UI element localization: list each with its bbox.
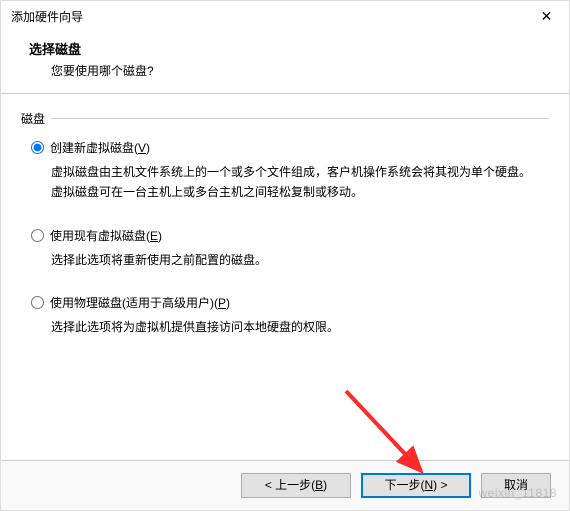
option-use-physical: 使用物理磁盘(适用于高级用户)(P) 选择此选项将为虚拟机提供直接访问本地硬盘的… bbox=[31, 294, 539, 337]
option-create-new-row[interactable]: 创建新虚拟磁盘(V) bbox=[31, 139, 539, 156]
radio-use-physical[interactable] bbox=[31, 296, 44, 309]
button-bar: < 上一步(B) 下一步(N) > 取消 bbox=[1, 460, 569, 510]
fieldset-legend: 磁盘 bbox=[21, 110, 549, 127]
option-create-new-label: 创建新虚拟磁盘(V) bbox=[50, 139, 150, 156]
option-use-existing-label: 使用现有虚拟磁盘(E) bbox=[50, 227, 162, 244]
close-button[interactable]: ✕ bbox=[524, 1, 569, 31]
back-button[interactable]: < 上一步(B) bbox=[241, 473, 351, 498]
fieldset-legend-text: 磁盘 bbox=[21, 110, 45, 127]
option-use-physical-desc: 选择此选项将为虚拟机提供直接访问本地硬盘的权限。 bbox=[31, 311, 531, 337]
label-hotkey: P bbox=[218, 296, 226, 310]
wizard-header: 选择磁盘 您要使用哪个磁盘? bbox=[1, 31, 569, 93]
next-button-hotkey: N bbox=[424, 478, 433, 492]
radio-use-existing[interactable] bbox=[31, 229, 44, 242]
label-text-post: ) bbox=[158, 229, 162, 243]
next-button[interactable]: 下一步(N) > bbox=[361, 473, 471, 498]
content-area: 磁盘 创建新虚拟磁盘(V) 虚拟磁盘由主机文件系统上的一个或多个文件组成，客户机… bbox=[1, 94, 569, 372]
option-use-existing-row[interactable]: 使用现有虚拟磁盘(E) bbox=[31, 227, 539, 244]
label-text: 创建新虚拟磁盘( bbox=[50, 141, 138, 155]
radio-create-new[interactable] bbox=[31, 141, 44, 154]
cancel-button[interactable]: 取消 bbox=[481, 473, 551, 498]
back-button-pre: < 上一步( bbox=[265, 478, 315, 492]
label-hotkey: V bbox=[138, 141, 146, 155]
page-subheading: 您要使用哪个磁盘? bbox=[29, 62, 559, 79]
close-icon: ✕ bbox=[541, 8, 553, 25]
next-button-post: ) > bbox=[433, 478, 447, 492]
label-hotkey: E bbox=[150, 229, 158, 243]
back-button-hotkey: B bbox=[315, 478, 323, 492]
back-button-post: ) bbox=[323, 478, 327, 492]
label-text: 使用现有虚拟磁盘( bbox=[50, 229, 150, 243]
option-use-physical-label: 使用物理磁盘(适用于高级用户)(P) bbox=[50, 294, 230, 311]
option-create-new: 创建新虚拟磁盘(V) 虚拟磁盘由主机文件系统上的一个或多个文件组成，客户机操作系… bbox=[31, 139, 539, 203]
window-title: 添加硬件向导 bbox=[11, 8, 83, 25]
page-heading: 选择磁盘 bbox=[29, 39, 559, 58]
disk-options: 创建新虚拟磁盘(V) 虚拟磁盘由主机文件系统上的一个或多个文件组成，客户机操作系… bbox=[21, 127, 549, 338]
option-use-physical-row[interactable]: 使用物理磁盘(适用于高级用户)(P) bbox=[31, 294, 539, 311]
next-button-pre: 下一步( bbox=[384, 478, 424, 492]
option-use-existing-desc: 选择此选项将重新使用之前配置的磁盘。 bbox=[31, 244, 531, 270]
label-text-post: ) bbox=[146, 141, 150, 155]
label-text-post: ) bbox=[226, 296, 230, 310]
option-create-new-desc: 虚拟磁盘由主机文件系统上的一个或多个文件组成，客户机操作系统会将其视为单个硬盘。… bbox=[31, 156, 531, 203]
titlebar: 添加硬件向导 ✕ bbox=[1, 1, 569, 31]
label-text: 使用物理磁盘(适用于高级用户)( bbox=[50, 296, 218, 310]
option-use-existing: 使用现有虚拟磁盘(E) 选择此选项将重新使用之前配置的磁盘。 bbox=[31, 227, 539, 270]
